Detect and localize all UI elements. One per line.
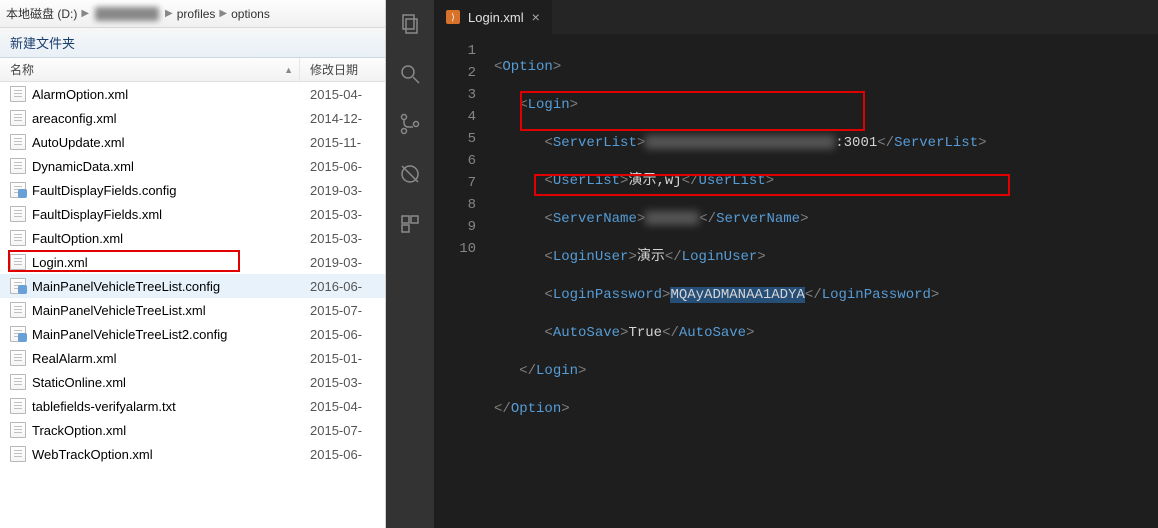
file-explorer: 本地磁盘 (D:) ▶ ▶ profiles ▶ options 新建文件夹 名…	[0, 0, 386, 528]
file-name-label: FaultDisplayFields.xml	[32, 207, 162, 222]
breadcrumb-folder[interactable]: options	[231, 7, 270, 21]
code-editor: ⟩ Login.xml × 12345678910 <Option> <Logi…	[386, 0, 1158, 528]
tab-label: Login.xml	[468, 10, 524, 25]
file-row[interactable]: MainPanelVehicleTreeList.xml 2015-07-	[0, 298, 385, 322]
activity-bar	[386, 0, 434, 528]
file-icon	[10, 206, 26, 222]
editor-main: ⟩ Login.xml × 12345678910 <Option> <Logi…	[434, 0, 1158, 528]
file-icon	[10, 86, 26, 102]
file-date-label: 2019-03-	[300, 255, 385, 270]
code-content[interactable]: <Option> <Login> <ServerList>:3001</Serv…	[494, 40, 1158, 528]
column-headers: 名称 ▲ 修改日期	[0, 58, 385, 82]
file-icon	[10, 422, 26, 438]
breadcrumb-drive[interactable]: 本地磁盘 (D:)	[6, 5, 77, 22]
file-row[interactable]: areaconfig.xml 2014-12-	[0, 106, 385, 130]
file-date-label: 2015-06-	[300, 327, 385, 342]
file-date-label: 2019-03-	[300, 183, 385, 198]
files-icon[interactable]	[396, 10, 424, 38]
file-name-label: WebTrackOption.xml	[32, 447, 153, 462]
file-date-label: 2015-07-	[300, 423, 385, 438]
column-name-header[interactable]: 名称 ▲	[0, 58, 300, 81]
file-name-label: TrackOption.xml	[32, 423, 126, 438]
file-row[interactable]: FaultDisplayFields.xml 2015-03-	[0, 202, 385, 226]
file-name-label: Login.xml	[32, 255, 88, 270]
sort-indicator-icon: ▲	[284, 65, 293, 75]
file-icon	[10, 350, 26, 366]
file-name-label: areaconfig.xml	[32, 111, 117, 126]
close-icon[interactable]: ×	[532, 9, 540, 25]
explorer-toolbar: 新建文件夹	[0, 28, 385, 58]
file-row[interactable]: FaultOption.xml 2015-03-	[0, 226, 385, 250]
file-date-label: 2015-04-	[300, 399, 385, 414]
code-area[interactable]: 12345678910 <Option> <Login> <ServerList…	[434, 34, 1158, 528]
file-date-label: 2014-12-	[300, 111, 385, 126]
tab-login-xml[interactable]: ⟩ Login.xml ×	[434, 0, 553, 34]
breadcrumb-folder[interactable]: profiles	[177, 7, 216, 21]
extensions-icon[interactable]	[396, 210, 424, 238]
file-date-label: 2015-06-	[300, 447, 385, 462]
file-icon	[10, 230, 26, 246]
line-gutter: 12345678910	[434, 40, 494, 528]
file-name-label: AutoUpdate.xml	[32, 135, 125, 150]
file-name-label: tablefields-verifyalarm.txt	[32, 399, 176, 414]
file-icon	[10, 110, 26, 126]
chevron-right-icon: ▶	[165, 8, 173, 19]
file-date-label: 2015-04-	[300, 87, 385, 102]
config-file-icon	[10, 278, 26, 294]
file-name-label: StaticOnline.xml	[32, 375, 126, 390]
file-row[interactable]: Login.xml 2019-03-	[0, 250, 385, 274]
redacted-text	[645, 211, 699, 225]
config-file-icon	[10, 182, 26, 198]
file-date-label: 2016-06-	[300, 279, 385, 294]
file-name-label: MainPanelVehicleTreeList.xml	[32, 303, 206, 318]
file-name-label: RealAlarm.xml	[32, 351, 117, 366]
file-row[interactable]: WebTrackOption.xml 2015-06-	[0, 442, 385, 466]
file-date-label: 2015-03-	[300, 207, 385, 222]
file-name-label: MainPanelVehicleTreeList2.config	[32, 327, 227, 342]
redacted-segment	[95, 7, 159, 21]
file-name-label: FaultOption.xml	[32, 231, 123, 246]
file-date-label: 2015-01-	[300, 351, 385, 366]
file-date-label: 2015-11-	[300, 135, 385, 150]
breadcrumb[interactable]: 本地磁盘 (D:) ▶ ▶ profiles ▶ options	[0, 0, 385, 28]
file-row[interactable]: tablefields-verifyalarm.txt 2015-04-	[0, 394, 385, 418]
config-file-icon	[10, 326, 26, 342]
tab-bar: ⟩ Login.xml ×	[434, 0, 1158, 34]
file-list[interactable]: AlarmOption.xml 2015-04- areaconfig.xml 201…	[0, 82, 385, 528]
new-folder-button[interactable]: 新建文件夹	[10, 33, 75, 52]
chevron-right-icon: ▶	[219, 8, 227, 19]
file-name-label: FaultDisplayFields.config	[32, 183, 177, 198]
redacted-text	[645, 135, 835, 149]
file-name-label: AlarmOption.xml	[32, 87, 128, 102]
debug-icon[interactable]	[396, 160, 424, 188]
file-date-label: 2015-03-	[300, 375, 385, 390]
file-row[interactable]: AutoUpdate.xml 2015-11-	[0, 130, 385, 154]
file-row[interactable]: StaticOnline.xml 2015-03-	[0, 370, 385, 394]
file-icon	[10, 302, 26, 318]
source-control-icon[interactable]	[396, 110, 424, 138]
file-row[interactable]: MainPanelVehicleTreeList.config 2016-06-	[0, 274, 385, 298]
file-row[interactable]: TrackOption.xml 2015-07-	[0, 418, 385, 442]
xml-file-icon: ⟩	[446, 10, 460, 24]
file-icon	[10, 134, 26, 150]
file-date-label: 2015-06-	[300, 159, 385, 174]
file-row[interactable]: RealAlarm.xml 2015-01-	[0, 346, 385, 370]
file-icon	[10, 254, 26, 270]
file-name-label: DynamicData.xml	[32, 159, 134, 174]
file-icon	[10, 374, 26, 390]
column-date-header[interactable]: 修改日期	[300, 61, 385, 78]
search-icon[interactable]	[396, 60, 424, 88]
file-row[interactable]: AlarmOption.xml 2015-04-	[0, 82, 385, 106]
file-icon	[10, 158, 26, 174]
chevron-right-icon: ▶	[81, 8, 89, 19]
file-date-label: 2015-07-	[300, 303, 385, 318]
file-date-label: 2015-03-	[300, 231, 385, 246]
file-row[interactable]: MainPanelVehicleTreeList2.config 2015-06-	[0, 322, 385, 346]
file-row[interactable]: DynamicData.xml 2015-06-	[0, 154, 385, 178]
file-name-label: MainPanelVehicleTreeList.config	[32, 279, 220, 294]
file-row[interactable]: FaultDisplayFields.config 2019-03-	[0, 178, 385, 202]
file-icon	[10, 398, 26, 414]
file-icon	[10, 446, 26, 462]
